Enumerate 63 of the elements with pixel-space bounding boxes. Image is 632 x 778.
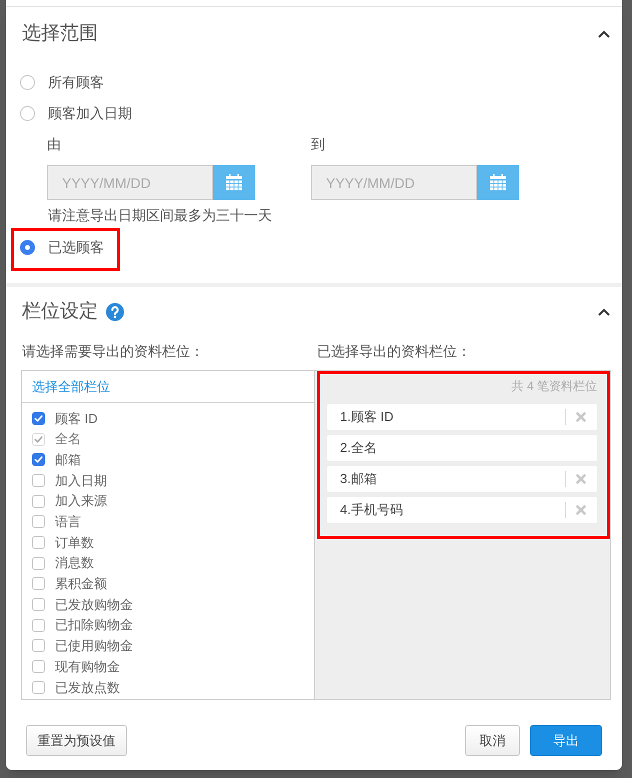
radio-label[interactable]: 所有顾客 xyxy=(48,72,104,93)
date-label: 由 xyxy=(47,135,61,154)
help-icon[interactable] xyxy=(106,303,124,321)
field-label: 现有购物金 xyxy=(55,658,120,676)
date-field[interactable]: YYYY/MM/DD xyxy=(47,165,213,200)
checkbox[interactable] xyxy=(32,536,45,549)
field-label: 加入来源 xyxy=(55,492,107,510)
field-count: 共 4 笔资料栏位 xyxy=(512,378,597,395)
field-label: 全名 xyxy=(55,430,81,448)
field-label: 顾客 ID xyxy=(55,410,98,428)
checkbox[interactable] xyxy=(32,660,45,674)
calendar-icon xyxy=(489,174,507,192)
checkbox[interactable] xyxy=(32,556,45,570)
close-icon[interactable] xyxy=(576,412,586,422)
chevron-up-icon[interactable] xyxy=(598,308,610,316)
calendar-button[interactable] xyxy=(213,165,255,200)
close-icon[interactable] xyxy=(576,505,586,515)
chevron-up-icon[interactable] xyxy=(598,30,610,38)
field-label: 订单数 xyxy=(55,534,94,552)
checkbox[interactable] xyxy=(32,474,45,487)
checkbox[interactable] xyxy=(32,494,45,508)
checkbox[interactable] xyxy=(32,680,45,694)
checkbox[interactable] xyxy=(32,639,45,652)
calendar-icon xyxy=(225,174,243,192)
selected-field-row[interactable]: 4.手机号码 xyxy=(327,497,597,523)
radio-button[interactable] xyxy=(20,106,35,121)
field-label: 语言 xyxy=(55,513,81,532)
column-heading: 已选择导出的资料栏位： xyxy=(317,343,471,359)
reset-button[interactable]: 重置为预设值 xyxy=(26,725,127,756)
field-label: 消息数 xyxy=(55,554,94,572)
section-title: 选择范围 xyxy=(22,22,98,46)
close-icon[interactable] xyxy=(576,474,586,484)
date-label: 到 xyxy=(311,135,325,154)
selected-field-label: 2.全名 xyxy=(340,439,377,458)
section-title: 栏位设定 xyxy=(22,300,98,324)
field-label: 已发放点数 xyxy=(55,678,120,697)
selected-field-label: 4.手机号码 xyxy=(340,501,403,520)
field-label: 邮箱 xyxy=(55,450,81,469)
field-label: 已扣除购物金 xyxy=(55,616,133,634)
selected-field-row[interactable]: 3.邮箱 xyxy=(327,466,597,492)
checkbox[interactable] xyxy=(32,598,45,612)
calendar-button[interactable] xyxy=(477,165,519,200)
field-label: 加入日期 xyxy=(55,472,107,490)
checkbox[interactable] xyxy=(32,412,45,425)
radio-label[interactable]: 已选顾客 xyxy=(48,236,104,258)
selected-field-label: 1.顾客 ID xyxy=(340,408,394,426)
selected-field-row[interactable]: 2.全名 xyxy=(327,435,597,461)
checkbox[interactable] xyxy=(32,453,45,466)
checkbox[interactable] xyxy=(32,515,45,528)
checkbox[interactable] xyxy=(32,618,45,632)
date-range-note: 请注意导出日期区间最多为三十一天 xyxy=(48,206,272,225)
field-label: 已使用购物金 xyxy=(55,637,133,656)
field-label: 累积金额 xyxy=(55,575,107,594)
column-heading: 请选择需要导出的资料栏位： xyxy=(22,343,204,359)
selected-field-row[interactable]: 1.顾客 ID xyxy=(327,404,597,430)
radio-label[interactable]: 顾客加入日期 xyxy=(48,103,132,124)
selected-field-label: 3.邮箱 xyxy=(340,470,377,488)
radio-button[interactable] xyxy=(20,75,35,90)
date-field[interactable]: YYYY/MM/DD xyxy=(311,165,477,200)
field-label: 已发放购物金 xyxy=(55,596,133,614)
cancel-button[interactable]: 取消 xyxy=(465,725,520,756)
radio-button[interactable] xyxy=(20,240,35,254)
checkbox[interactable] xyxy=(32,577,45,590)
